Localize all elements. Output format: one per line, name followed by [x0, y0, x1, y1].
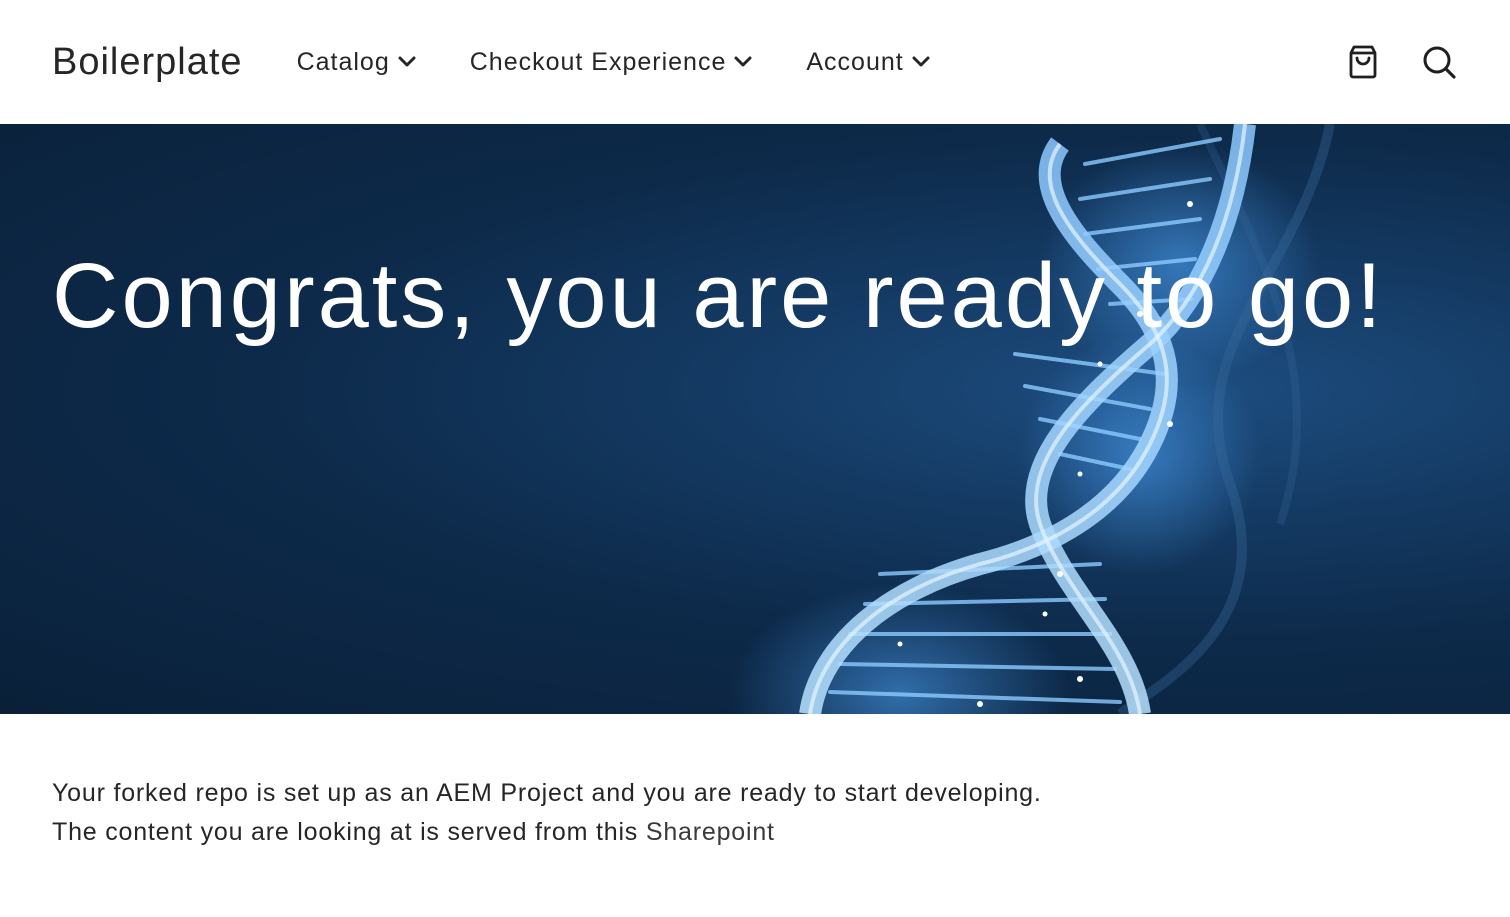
nav-item-catalog[interactable]: Catalog	[297, 48, 416, 77]
intro-line-2-text: The content you are looking at is served…	[52, 818, 646, 846]
chevron-down-icon	[734, 56, 752, 67]
nav-item-label: Catalog	[296, 47, 390, 76]
search-icon	[1423, 46, 1456, 79]
intro-line-2: The content you are looking at is served…	[52, 813, 1352, 852]
nav-item-label: Checkout Experience	[469, 47, 727, 76]
dna-helix-illustration	[730, 124, 1335, 714]
nav-item-label: Account	[806, 47, 904, 76]
site-header: Boilerplate Catalog Checkout Experience …	[0, 0, 1510, 124]
intro-line-1: Your forked repo is set up as an AEM Pro…	[52, 779, 1042, 807]
search-button[interactable]	[1420, 43, 1458, 81]
hero-title: Congrats, you are ready to go!	[52, 245, 1385, 347]
shopping-bag-icon	[1349, 45, 1377, 79]
main-nav: Catalog Checkout Experience Account	[297, 48, 930, 77]
nav-item-checkout-experience[interactable]: Checkout Experience	[470, 48, 753, 77]
cart-button[interactable]	[1344, 43, 1382, 81]
brand-logo[interactable]: Boilerplate	[52, 41, 243, 84]
hero-banner: Congrats, you are ready to go!	[0, 124, 1510, 714]
main-content: Your forked repo is set up as an AEM Pro…	[52, 774, 1352, 852]
chevron-down-icon	[912, 56, 930, 67]
chevron-down-icon	[398, 56, 416, 67]
sharepoint-link[interactable]: Sharepoint	[646, 818, 775, 846]
header-tools	[1344, 43, 1458, 81]
nav-item-account[interactable]: Account	[806, 47, 930, 77]
